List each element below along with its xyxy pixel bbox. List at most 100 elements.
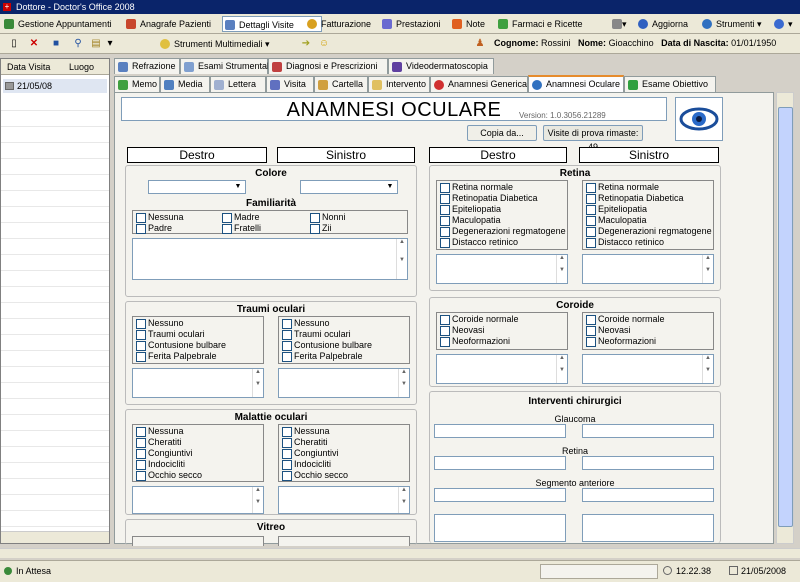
chk-traumi-d-traumi[interactable]: Traumi oculari (135, 329, 205, 340)
arrow-icon[interactable]: ➔ (300, 38, 312, 50)
menu-prestazioni[interactable]: Prestazioni (380, 16, 441, 32)
chk-traumi-d-nessuno[interactable]: Nessuno (135, 318, 184, 329)
extra-destro-input[interactable] (434, 514, 566, 542)
chk-mal-s-congiuntivi[interactable]: Congiuntivi (281, 448, 339, 459)
chk-cor-d-neoformazioni[interactable]: Neoformazioni (439, 336, 510, 347)
menu-farmaci-ricette[interactable]: Farmaci e Ricette (496, 16, 583, 32)
retina-destro-notes[interactable]: ▲ ▼ (436, 254, 568, 284)
tab-visita[interactable]: Visita (266, 76, 314, 92)
malattie-sinistro-notes[interactable]: ▲ ▼ (278, 486, 410, 514)
scroll-arrows-icon[interactable]: ▲ ▼ (396, 239, 407, 279)
traumi-destro-notes[interactable]: ▲ ▼ (132, 368, 264, 398)
chk-mal-d-cheratiti[interactable]: Cheratiti (135, 437, 182, 448)
menu-anagrafe-pazienti[interactable]: Anagrafe Pazienti (124, 16, 211, 32)
chk-cor-s-neoformazioni[interactable]: Neoformazioni (585, 336, 656, 347)
menu-note[interactable]: Note (450, 16, 485, 32)
chk-mal-d-indocicliti[interactable]: Indocicliti (135, 459, 185, 470)
chk-ret-d-maculopatia[interactable]: Maculopatia (439, 215, 501, 226)
colore-sinistro-select[interactable]: ▼ (300, 180, 398, 194)
segmento-sinistro-input[interactable] (582, 488, 714, 502)
menu-phone-dropdown[interactable]: ▾ (610, 16, 627, 32)
chk-traumi-d-ferita[interactable]: Ferita Palpebrale (135, 351, 217, 362)
glaucoma-destro-input[interactable] (434, 424, 566, 438)
menu-aggiorna[interactable]: Aggiorna (636, 16, 688, 32)
new-document-icon[interactable]: ▯ (8, 38, 20, 50)
chk-mal-s-nessuna[interactable]: Nessuna (281, 426, 330, 437)
clipboard-dropdown-icon[interactable]: ▾ (104, 38, 116, 50)
retina-surgery-destro-input[interactable] (434, 456, 566, 470)
chk-traumi-s-contusione[interactable]: Contusione bulbare (281, 340, 372, 351)
chk-fam-fratelli[interactable]: Fratelli (221, 223, 261, 234)
menu-fatturazione[interactable]: Fatturazione (305, 16, 371, 32)
col-place[interactable]: Luogo (69, 62, 94, 72)
familiarita-notes[interactable]: ▲ ▼ (132, 238, 408, 280)
colore-destro-select[interactable]: ▼ (148, 180, 246, 194)
chk-mal-s-indocicliti[interactable]: Indocicliti (281, 459, 331, 470)
chk-ret-d-degenerazioni[interactable]: Degenerazioni regmatogene (439, 226, 566, 237)
bottom-splitter[interactable] (0, 548, 800, 558)
chk-cor-s-normale[interactable]: Coroide normale (585, 314, 665, 325)
tab-esame-obiettivo[interactable]: Esame Obiettivo (624, 76, 716, 92)
chk-cor-d-neovasi[interactable]: Neovasi (439, 325, 485, 336)
smiley-icon[interactable]: ☺ (318, 38, 330, 50)
chk-ret-d-diabetica[interactable]: Retinopatia Diabetica (439, 193, 538, 204)
visit-row[interactable]: 21/05/08 (3, 79, 107, 93)
menu-gestione-appuntamenti[interactable]: Gestione Appuntamenti (2, 16, 112, 32)
visit-list-scrollbar[interactable] (1, 531, 109, 543)
coroide-sinistro-notes[interactable]: ▲ ▼ (582, 354, 714, 384)
coroide-destro-notes[interactable]: ▲ ▼ (436, 354, 568, 384)
chk-cor-d-normale[interactable]: Coroide normale (439, 314, 519, 325)
multimedia-tools-button[interactable]: Strumenti Multimediali ▾ (158, 36, 270, 52)
save-icon[interactable]: ■ (50, 38, 62, 50)
chk-traumi-s-traumi[interactable]: Traumi oculari (281, 329, 351, 340)
chk-ret-d-normale[interactable]: Retina normale (439, 182, 513, 193)
chk-mal-d-congiuntivi[interactable]: Congiuntivi (135, 448, 193, 459)
tab-diagnosi-prescrizioni[interactable]: Diagnosi e Prescrizioni (268, 58, 388, 74)
chk-fam-nessuna[interactable]: Nessuna (135, 212, 184, 223)
tab-media[interactable]: Media (160, 76, 210, 92)
copy-from-button[interactable]: Copia da... (467, 125, 537, 141)
chk-ret-s-maculopatia[interactable]: Maculopatia (585, 215, 647, 226)
col-date[interactable]: Data Visita (7, 62, 50, 72)
segmento-destro-input[interactable] (434, 488, 566, 502)
search-icon[interactable]: ⚲ (72, 38, 84, 50)
tab-memo[interactable]: Memo (114, 76, 160, 92)
chk-ret-s-diabetica[interactable]: Retinopatia Diabetica (585, 193, 684, 204)
chk-mal-s-cheratiti[interactable]: Cheratiti (281, 437, 328, 448)
tab-lettera[interactable]: Lettera (210, 76, 266, 92)
chk-fam-madre[interactable]: Madre (221, 212, 260, 223)
chk-fam-zii[interactable]: Zii (309, 223, 332, 234)
chk-traumi-d-contusione[interactable]: Contusione bulbare (135, 340, 226, 351)
delete-icon[interactable]: ✕ (28, 38, 40, 50)
chk-ret-d-distacco[interactable]: Distacco retinico (439, 237, 518, 248)
menu-strumenti[interactable]: Strumenti ▾ (700, 16, 762, 32)
tab-videodermatoscopia[interactable]: Videodermatoscopia (388, 58, 494, 74)
glaucoma-sinistro-input[interactable] (582, 424, 714, 438)
chk-fam-nonni[interactable]: Nonni (309, 212, 346, 223)
chk-mal-d-occhio-secco[interactable]: Occhio secco (135, 470, 202, 481)
extra-sinistro-input[interactable] (582, 514, 714, 542)
tab-anamnesi-generica[interactable]: Anamnesi Generica (430, 76, 528, 92)
chk-mal-s-occhio-secco[interactable]: Occhio secco (281, 470, 348, 481)
chk-traumi-s-ferita[interactable]: Ferita Palpebrale (281, 351, 363, 362)
chk-ret-s-distacco[interactable]: Distacco retinico (585, 237, 664, 248)
tab-anamnesi-oculare[interactable]: Anamnesi Oculare (528, 75, 624, 93)
tab-intervento[interactable]: Intervento (368, 76, 430, 92)
traumi-sinistro-notes[interactable]: ▲ ▼ (278, 368, 410, 398)
chk-mal-d-nessuna[interactable]: Nessuna (135, 426, 184, 437)
malattie-destro-notes[interactable]: ▲ ▼ (132, 486, 264, 514)
chk-ret-s-epiteliopatia[interactable]: Epiteliopatia (585, 204, 647, 215)
tab-refrazione[interactable]: Refrazione (114, 58, 180, 74)
chk-fam-padre[interactable]: Padre (135, 223, 172, 234)
chk-ret-d-epiteliopatia[interactable]: Epiteliopatia (439, 204, 501, 215)
panel-vertical-scrollbar[interactable] (776, 92, 794, 544)
retina-surgery-sinistro-input[interactable] (582, 456, 714, 470)
tab-cartella[interactable]: Cartella (314, 76, 368, 92)
tab-esami-strumentali[interactable]: Esami Strumentali (180, 58, 271, 74)
retina-sinistro-notes[interactable]: ▲ ▼ (582, 254, 714, 284)
scroll-thumb[interactable] (778, 107, 793, 527)
menu-help[interactable]: ▾ (772, 16, 793, 32)
chk-cor-s-neovasi[interactable]: Neovasi (585, 325, 631, 336)
clipboard-icon[interactable]: ▤ (90, 38, 102, 50)
chk-ret-s-normale[interactable]: Retina normale (585, 182, 659, 193)
